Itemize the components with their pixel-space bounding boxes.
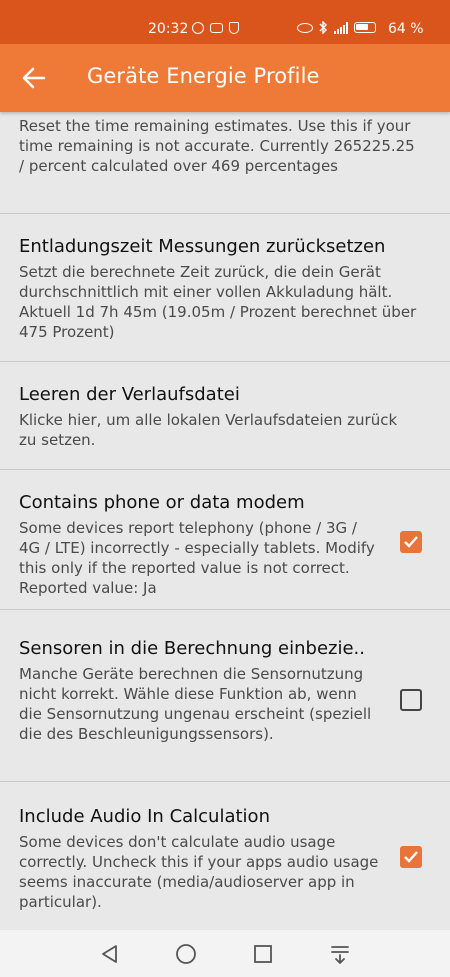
bluetooth-icon	[319, 21, 327, 34]
app-bar: Geräte Energie Profile	[0, 44, 450, 112]
notification-pull-icon[interactable]	[328, 942, 352, 966]
pref-title: Include Audio In Calculation	[19, 806, 270, 827]
pref-reset-time-estimates[interactable]: Reset the time remaining estimates. Use …	[0, 112, 450, 214]
arrow-left-icon[interactable]	[20, 64, 48, 92]
pref-title: Leeren der Verlaufsdatei	[19, 384, 240, 405]
pref-title: Sensoren in die Berechnung einbezie..	[19, 638, 365, 659]
battery-percent: 64 %	[388, 21, 424, 37]
pref-title: Contains phone or data modem	[19, 492, 305, 513]
back-triangle-icon[interactable]	[98, 942, 122, 966]
status-time: 20:32	[148, 21, 189, 37]
home-circle-icon[interactable]	[174, 942, 198, 966]
pref-clear-history[interactable]: Leeren der Verlaufsdatei Klicke hier, um…	[0, 362, 450, 470]
pref-phone-modem[interactable]: Contains phone or data modem Some device…	[0, 470, 450, 610]
eye-icon	[297, 22, 313, 33]
pref-summary: Setzt die berechnete Zeit zurück, die de…	[19, 263, 417, 341]
pref-reset-discharge-measurements[interactable]: Entladungszeit Messungen zurücksetzen Se…	[0, 214, 450, 362]
pref-title: Entladungszeit Messungen zurücksetzen	[19, 236, 386, 257]
whatsapp-icon	[192, 22, 204, 34]
audio-checkbox[interactable]	[400, 846, 422, 868]
pref-summary: Klicke hier, um alle lokalen Verlaufsdat…	[19, 411, 398, 449]
battery-icon	[354, 22, 376, 33]
page-title: Geräte Energie Profile	[87, 64, 320, 88]
preference-list[interactable]: Reset the time remaining estimates. Use …	[0, 112, 450, 930]
lte-signal-icon	[334, 21, 348, 34]
check-icon	[404, 536, 418, 548]
pref-summary: Manche Geräte berechnen die Sensornutzun…	[19, 665, 372, 743]
pref-sensors[interactable]: Sensoren in die Berechnung einbezie.. Ma…	[0, 610, 450, 782]
check-icon	[404, 851, 418, 863]
pref-summary: Some devices don't calculate audio usage…	[19, 833, 379, 911]
system-nav-bar	[0, 930, 450, 977]
recents-square-icon[interactable]	[251, 942, 275, 966]
pref-summary: Reset the time remaining estimates. Use …	[19, 117, 415, 175]
phone-modem-checkbox[interactable]	[400, 531, 422, 553]
sensors-checkbox[interactable]	[400, 689, 422, 711]
notification-icon	[210, 23, 223, 33]
pref-summary: Some devices report telephony (phone / 3…	[19, 519, 375, 597]
pref-audio[interactable]: Include Audio In Calculation Some device…	[0, 782, 450, 930]
shield-icon	[229, 22, 239, 34]
status-bar: 20:32 64 %	[0, 0, 450, 44]
